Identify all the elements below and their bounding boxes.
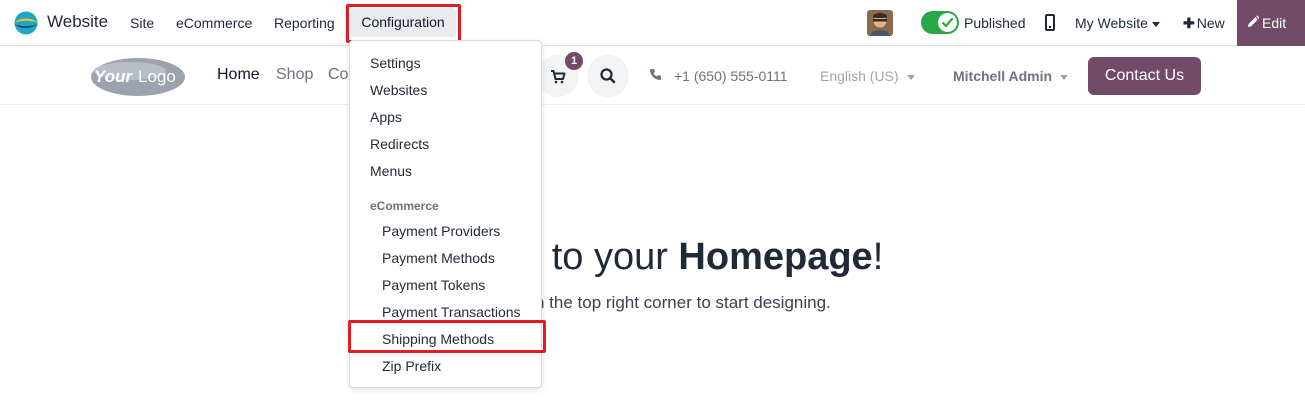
language-label: English (US) — [820, 68, 899, 84]
hero-title-bold: Homepage — [678, 236, 873, 278]
edit-button[interactable]: Edit — [1237, 0, 1305, 46]
avatar-image-icon — [867, 10, 893, 36]
your-logo-image[interactable]: Your Logo — [90, 56, 186, 97]
user-name: Mitchell Admin — [953, 68, 1053, 84]
search-button[interactable] — [587, 55, 629, 97]
menu-item-payment-methods[interactable]: Payment Methods — [382, 250, 495, 266]
caret-down-icon — [1060, 74, 1069, 80]
menu-configuration[interactable]: Configuration — [350, 8, 456, 37]
configuration-dropdown: Settings Websites Apps Redirects Menus e… — [349, 40, 542, 388]
search-icon — [600, 68, 616, 84]
hero-title-suffix: ! — [872, 236, 884, 278]
user-avatar[interactable] — [867, 10, 893, 36]
menu-item-payment-transactions[interactable]: Payment Transactions — [382, 304, 521, 320]
hero-title: e to your Homepage! — [520, 236, 883, 279]
published-label[interactable]: Published — [964, 15, 1026, 31]
website-header: Your Logo Home Shop Co 1 +1 (650) 555-01… — [0, 47, 1305, 105]
nav-contact-partial[interactable]: Co — [328, 66, 348, 84]
hero-subtitle: n the top right corner to start designin… — [535, 293, 831, 312]
odoo-navbar: Website Site eCommerce Reporting Configu… — [0, 0, 1305, 46]
pencil-icon — [1248, 15, 1259, 27]
caret-down-icon — [906, 74, 915, 80]
my-website-label: My Website — [1075, 15, 1148, 31]
menu-ecommerce[interactable]: eCommerce — [176, 15, 252, 31]
my-website-dropdown[interactable]: My Website — [1075, 15, 1160, 31]
menu-site[interactable]: Site — [130, 15, 154, 31]
menu-item-websites[interactable]: Websites — [370, 82, 427, 98]
hero-title-prefix: e to your — [520, 236, 679, 278]
published-toggle[interactable] — [921, 11, 959, 34]
menu-item-payment-tokens[interactable]: Payment Tokens — [382, 277, 485, 293]
new-label: New — [1196, 15, 1225, 31]
nav-shop[interactable]: Shop — [276, 66, 313, 84]
toggle-knob — [938, 13, 957, 32]
new-button[interactable]: ✚ New — [1183, 15, 1225, 32]
check-icon — [941, 17, 954, 28]
svg-text:Logo: Logo — [138, 67, 176, 86]
menu-item-settings[interactable]: Settings — [370, 55, 421, 71]
cart-count-badge: 1 — [565, 52, 583, 70]
menu-item-redirects[interactable]: Redirects — [370, 136, 429, 152]
contact-us-button[interactable]: Contact Us — [1088, 57, 1201, 95]
mobile-preview-icon[interactable] — [1045, 14, 1055, 31]
nav-home[interactable]: Home — [217, 66, 260, 84]
edit-label: Edit — [1262, 15, 1287, 31]
caret-down-icon — [1151, 21, 1160, 27]
plus-icon: ✚ — [1183, 15, 1195, 31]
menu-item-payment-providers[interactable]: Payment Providers — [382, 223, 500, 239]
menu-item-shipping-methods[interactable]: Shipping Methods — [382, 331, 494, 347]
menu-reporting[interactable]: Reporting — [274, 15, 335, 31]
phone-number[interactable]: +1 (650) 555-0111 — [674, 68, 788, 84]
website-app-icon[interactable] — [13, 11, 39, 35]
phone-icon — [650, 69, 661, 80]
user-menu[interactable]: Mitchell Admin — [953, 68, 1069, 84]
app-title[interactable]: Website — [47, 12, 108, 32]
ecommerce-section-header: eCommerce — [370, 199, 439, 213]
menu-item-zip-prefix[interactable]: Zip Prefix — [382, 358, 441, 374]
menu-item-menus[interactable]: Menus — [370, 163, 412, 179]
menu-item-apps[interactable]: Apps — [370, 109, 402, 125]
svg-text:Your: Your — [94, 67, 133, 86]
language-selector[interactable]: English (US) — [820, 68, 915, 84]
